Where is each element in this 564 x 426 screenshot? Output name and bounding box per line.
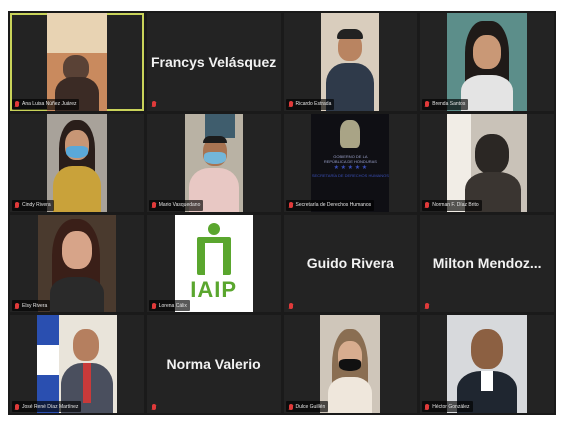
mic-muted-icon xyxy=(151,302,156,309)
logo-text: GOBIERNO DE LA REPÚBLICA DE HONDURAS ★ ★… xyxy=(311,153,389,178)
participant-label: Lorena Cálix xyxy=(148,300,190,312)
participant-tile[interactable]: Cindy Rivera xyxy=(10,113,144,212)
participant-name: Ricardo Estrada xyxy=(295,101,332,108)
participant-name: Brenda Santos xyxy=(432,101,466,108)
participant-logo: IAIP xyxy=(174,214,253,313)
participant-video xyxy=(447,13,528,111)
participant-name-display: Milton Mendoz... xyxy=(432,255,542,272)
participant-tile[interactable]: Elsy Rivera xyxy=(10,214,144,313)
participant-name: Ana Luisa Núñez Juárez xyxy=(22,101,77,108)
participant-body xyxy=(52,165,101,212)
participant-tile[interactable]: Mario Vasquedano xyxy=(146,113,281,212)
participant-label: Ricardo Estrada xyxy=(285,98,335,110)
mic-muted-icon xyxy=(288,302,293,309)
participant-grid: Ana Luisa Núñez Juárez Francys Velásquez… xyxy=(8,11,556,415)
participant-tile[interactable]: Héctor González xyxy=(420,315,554,413)
participant-video xyxy=(184,113,243,212)
participant-name: Elsy Rivera xyxy=(22,302,48,309)
participant-body xyxy=(461,75,514,111)
participant-tile[interactable]: Norman F. Díaz Brito xyxy=(420,113,554,212)
participant-label: Brenda Santos xyxy=(422,98,469,110)
participant-label: Secretaría de Derechos Humanos xyxy=(285,199,375,211)
participant-label: Héctor González xyxy=(422,401,473,412)
participant-tile[interactable]: Norma Valerio xyxy=(146,315,281,413)
face-mask xyxy=(65,145,88,158)
mic-muted-icon xyxy=(15,403,19,410)
participant-tile[interactable]: Brenda Santos xyxy=(420,13,554,111)
mic-muted-icon xyxy=(425,101,430,108)
participant-tile[interactable]: Ricardo Estrada xyxy=(283,13,418,111)
iaip-logo-text: IAIP xyxy=(190,276,238,302)
participant-label: José René Díaz Martínez xyxy=(12,401,82,412)
iaip-logo-icon xyxy=(207,222,220,235)
participant-video xyxy=(447,315,528,413)
face-mask xyxy=(339,359,362,372)
participant-video xyxy=(321,13,380,111)
participant-head xyxy=(475,133,510,174)
participant-label xyxy=(149,401,162,412)
mic-muted-icon xyxy=(425,403,430,410)
participant-tile[interactable]: GOBIERNO DE LA REPÚBLICA DE HONDURAS ★ ★… xyxy=(283,113,418,212)
participant-name: José René Díaz Martínez xyxy=(22,403,79,410)
mic-muted-icon xyxy=(425,302,430,309)
participant-label xyxy=(286,300,299,311)
participant-label: Mario Vasquedano xyxy=(148,199,204,211)
participant-head xyxy=(61,230,92,269)
mic-muted-icon xyxy=(288,202,293,208)
participant-video xyxy=(46,13,107,111)
participant-body xyxy=(328,377,373,413)
participant-tile[interactable]: Dulce Guillén xyxy=(283,315,418,413)
participant-label xyxy=(422,300,435,311)
mic-muted-icon xyxy=(288,101,293,108)
participant-head xyxy=(471,329,504,370)
participant-video xyxy=(447,113,528,212)
participant-head xyxy=(72,329,99,362)
participant-label xyxy=(149,99,162,110)
participant-name: Mario Vasquedano xyxy=(158,202,201,208)
mic-muted-icon xyxy=(425,202,430,208)
mic-muted-icon xyxy=(151,202,156,208)
participant-tile[interactable]: Guido Rivera xyxy=(283,214,418,313)
participant-video xyxy=(320,315,381,413)
mic-muted-icon xyxy=(288,403,293,410)
participant-name: Lorena Cálix xyxy=(158,302,187,309)
participant-video xyxy=(36,315,117,413)
participant-name: Cindy Rivera xyxy=(22,202,51,208)
participant-name: Norman F. Díaz Brito xyxy=(432,202,479,208)
participant-tile[interactable]: Milton Mendoz... xyxy=(420,214,554,313)
participant-label: Norman F. Díaz Brito xyxy=(422,199,482,211)
participant-tile[interactable]: José René Díaz Martínez xyxy=(10,315,144,413)
mic-muted-icon xyxy=(15,101,19,108)
participant-body xyxy=(49,276,104,313)
mic-muted-icon xyxy=(151,403,156,410)
participant-logo: GOBIERNO DE LA REPÚBLICA DE HONDURAS ★ ★… xyxy=(311,113,390,212)
participant-video xyxy=(46,113,107,212)
participant-label: Ana Luisa Núñez Juárez xyxy=(12,98,80,110)
mic-muted-icon xyxy=(15,302,19,309)
participant-label: Elsy Rivera xyxy=(12,300,51,312)
mic-muted-icon xyxy=(151,101,156,108)
participant-name-display: Norma Valerio xyxy=(166,356,261,373)
participant-tile[interactable]: IAIP Lorena Cálix xyxy=(146,214,281,313)
participant-name: Secretaría de Derechos Humanos xyxy=(295,202,372,208)
face-mask xyxy=(203,151,226,164)
coat-of-arms-icon xyxy=(340,119,361,148)
honduras-flag-icon xyxy=(36,315,59,413)
participant-name: Dulce Guillén xyxy=(295,403,326,410)
mic-muted-icon xyxy=(15,202,19,208)
participant-name: Héctor González xyxy=(432,403,470,410)
participant-tile[interactable]: Francys Velásquez xyxy=(146,13,281,111)
participant-head xyxy=(473,35,502,69)
participant-label: Dulce Guillén xyxy=(285,401,329,412)
participant-name-display: Guido Rivera xyxy=(306,255,394,272)
participant-name-display: Francys Velásquez xyxy=(150,53,277,70)
participant-video xyxy=(37,214,116,313)
participant-label: Cindy Rivera xyxy=(12,199,54,211)
participant-tile[interactable]: Ana Luisa Núñez Juárez xyxy=(10,13,144,111)
